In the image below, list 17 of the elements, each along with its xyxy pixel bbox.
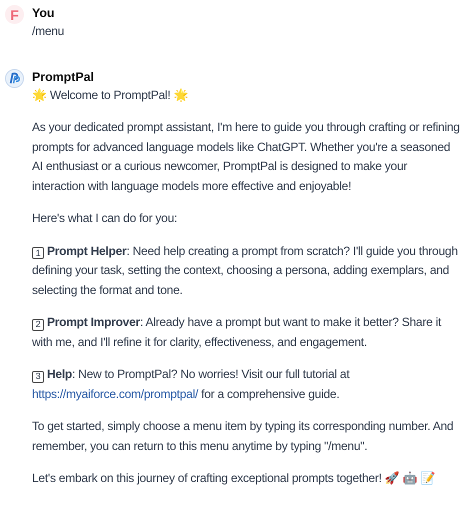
message-paragraph: 1 Prompt Helper: Need help creating a prompt from scratch? I'll guide you through defining your task, setting the context, choosing a persona, adding exemplars, and selecting the format and tone. bbox=[32, 242, 459, 298]
message-paragraph: Let's embark on this journey of crafting exceptional prompts together! 🚀 🤖 📝 bbox=[32, 470, 436, 487]
message-paragraph: 🌟 Welcome to PromptPal! 🌟 bbox=[32, 86, 190, 104]
number-key: 2 bbox=[32, 318, 44, 330]
user-avatar: F bbox=[5, 5, 24, 24]
message-paragraph: 3 Help: New to PromptPal? No worries! Visit our full tutorial at https://myaiforce.com/promptpal/ for a comprehensive guide. bbox=[32, 366, 351, 402]
tutorial-link[interactable]: https://myaiforce.com/promptpal/ bbox=[32, 386, 198, 400]
bot-avatar-icon bbox=[5, 68, 24, 88]
author-name: You bbox=[32, 5, 56, 22]
message-paragraph: /menu bbox=[32, 23, 66, 40]
message-paragraph: 2 Prompt Improver: Already have a prompt but want to make it better? Share it with me, and I'll refine it for clarity, effectiveness, and engagement. bbox=[32, 314, 442, 350]
author-name: PromptPal bbox=[32, 68, 95, 86]
message-paragraph: To get started, simply choose a menu item by typing its corresponding number. And remember, you can return to this menu anytime by typing "/menu". bbox=[32, 418, 454, 454]
number-key: 1 bbox=[32, 247, 44, 259]
message-paragraph: Here's what I can do for you: bbox=[32, 210, 178, 227]
message-paragraph: As your dedicated prompt assistant, I'm here to guide you through crafting or refining prompts for advanced language models like ChatGPT. Whether you're a seasoned AI enthusiast or a curious newcomer, PromptPal is designed to make your interaction with language models more effective and enjoyable! bbox=[32, 119, 461, 194]
number-key: 3 bbox=[32, 370, 44, 382]
